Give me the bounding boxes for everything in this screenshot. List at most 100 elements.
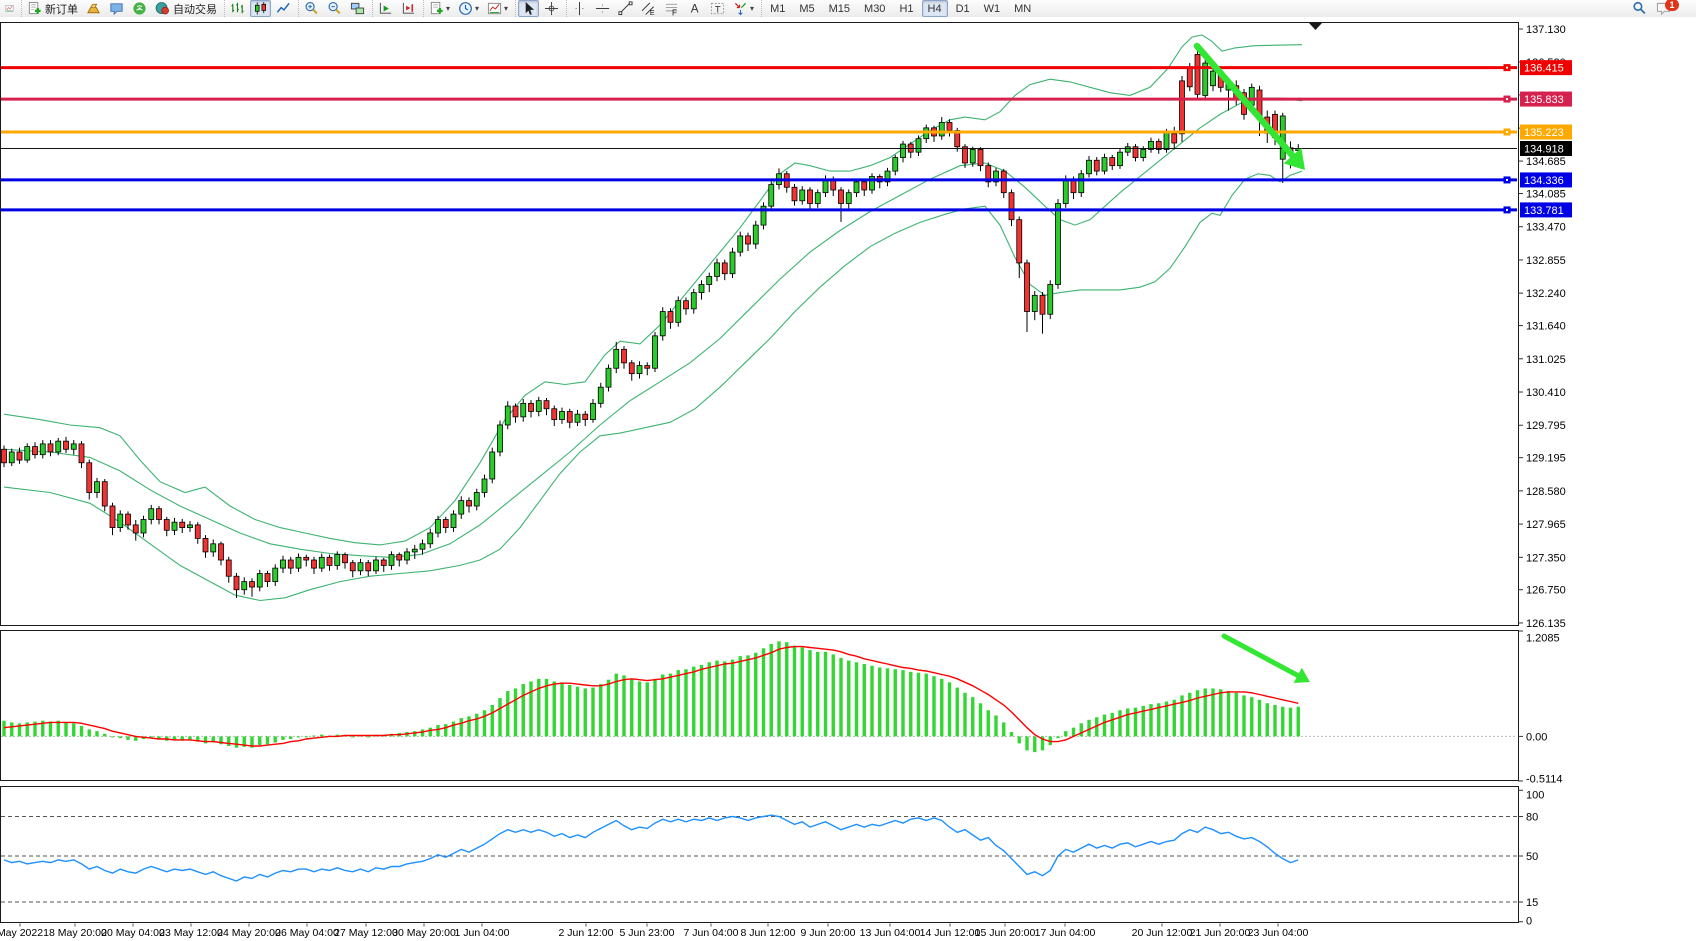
textA-icon: A [687,1,702,16]
candles-icon [253,1,268,16]
time-tick-label: 2 Jun 12:00 [559,927,614,939]
toolbar-group-drawing: E F AT ▾ [566,0,759,17]
zoom-out-button[interactable] [324,0,345,17]
timeframe-w1-button[interactable]: W1 [978,0,1007,17]
crosshair-icon [544,1,559,16]
timeframe-h1-button[interactable]: H1 [893,0,919,17]
hline-icon [595,1,610,16]
auto-scroll-button[interactable] [375,0,396,17]
timeframe-m1-button[interactable]: M1 [764,0,791,17]
time-tick-label: 7 Jun 04:00 [684,927,739,939]
price-badge-133.781-text: 133.781 [1524,205,1564,217]
indicators-icon [429,1,444,16]
chevron-down-icon: ▾ [750,4,754,13]
rsi-tick-label: 80 [1526,812,1538,824]
price-tick-label: 134.085 [1526,188,1566,200]
notifications-button[interactable]: 1 [1653,0,1689,17]
chart-window[interactable]: USDJPY-,H4 134.923 134.984 134.901 134.9… [0,17,1696,941]
time-tick-label: 20 Jun 12:00 [1132,927,1193,939]
toolbar-group-scroll [372,0,421,17]
tile-windows-button[interactable] [347,0,368,17]
chevron-down-icon: ▾ [475,4,479,13]
chevron-down-icon: ▾ [504,4,508,13]
time-tick-label: 15 Jun 20:00 [975,927,1036,939]
line-chart-button[interactable] [273,0,294,17]
templates-button[interactable]: ▾ [484,0,511,17]
toolbar-group-standard: 新订单 自动交易 [21,0,222,17]
chat-button[interactable] [106,0,127,17]
toolbar-group-zoom [298,0,370,17]
timeframe-d1-button[interactable]: D1 [950,0,976,17]
time-tick-label: 5 Jun 23:00 [620,927,675,939]
fibo-icon: F [664,1,679,16]
new-order-button[interactable]: 新订单 [24,0,81,17]
text-label-button[interactable]: T [707,0,728,17]
price-badge-135.223-text: 135.223 [1524,127,1564,139]
time-tick-label: 1 Jun 04:00 [455,927,510,939]
horizontal-line-button[interactable] [592,0,613,17]
search-button[interactable] [1629,0,1651,17]
clock-icon [458,1,473,16]
channel-icon: E [641,1,656,16]
timeframe-m15-button[interactable]: M15 [823,0,856,17]
zoomout-icon [327,1,342,16]
trend-icon [618,1,633,16]
time-tick-label: 23 May 12:00 [159,927,223,939]
bid-price-badge-text: 134.918 [1524,143,1564,155]
market-watch-button[interactable] [83,0,104,17]
time-tick-label: 24 May 20:00 [217,927,281,939]
indicators-button[interactable]: ▾ [426,0,453,17]
price-tick-label: 129.195 [1526,453,1566,465]
timeframe-m5-button[interactable]: M5 [793,0,820,17]
tiles-icon [350,1,365,16]
svg-text:A: A [691,3,699,16]
arrows-button[interactable]: ▾ [730,0,757,17]
price-tick-label: 131.025 [1526,354,1566,366]
autotrading-button[interactable]: 自动交易 [152,0,220,17]
time-tick-label: 13 Jun 04:00 [860,927,921,939]
bar-chart-button[interactable] [227,0,248,17]
svg-text:F: F [672,9,677,16]
timeframe-mn-button[interactable]: MN [1008,0,1037,17]
time-tick-label: 21 Jun 20:00 [1190,927,1251,939]
price-tick-label: 132.240 [1526,288,1566,300]
price-tick-label: 127.350 [1526,552,1566,564]
text-button[interactable]: A [684,0,705,17]
signals-button[interactable] [129,0,150,17]
crosshair-button[interactable] [541,0,562,17]
candlestick-chart-button[interactable] [250,0,271,17]
price-badge-136.415-text: 136.415 [1524,63,1564,75]
chevron-down-icon: ▾ [446,4,450,13]
macd-tick-label: 1.2085 [1526,633,1560,645]
time-tick-label: 8 Jun 12:00 [741,927,796,939]
macd-tick-label: 0.00 [1526,731,1547,743]
auto-icon [155,1,170,16]
price-tick-label: 132.855 [1526,255,1566,267]
bars-icon [230,1,245,16]
trendline-button[interactable] [615,0,636,17]
shapes-icon [733,1,748,16]
rsi-tick-label: 0 [1526,916,1532,928]
timeframe-m30-button[interactable]: M30 [858,0,891,17]
channel-button[interactable]: E [638,0,659,17]
price-tick-label: 133.470 [1526,222,1566,234]
neworder-icon [27,1,42,16]
signal-icon [132,1,147,16]
chart-canvas[interactable]: USDJPY-,H4 134.923 134.984 134.901 134.9… [0,17,1696,941]
chart-shift-button[interactable] [398,0,419,17]
periods-button[interactable]: ▾ [455,0,482,17]
price-tick-label: 129.795 [1526,420,1566,432]
toolbar-group-pointer [515,0,564,17]
timeframe-h4-button[interactable]: H4 [922,0,948,17]
fibonacci-button[interactable]: F [661,0,682,17]
price-tick-label: 130.410 [1526,387,1566,399]
rsi-tick-label: 100 [1526,790,1544,802]
cursor-button[interactable] [518,0,539,17]
time-tick-label: 18 May 20:00 [43,927,107,939]
vertical-line-button[interactable] [569,0,590,17]
price-tick-label: 128.580 [1526,486,1566,498]
macd-panel [1,631,1519,781]
zoom-in-button[interactable] [301,0,322,17]
price-badge-135.833-text: 135.833 [1524,94,1564,106]
price-tick-label: 134.685 [1526,156,1566,168]
